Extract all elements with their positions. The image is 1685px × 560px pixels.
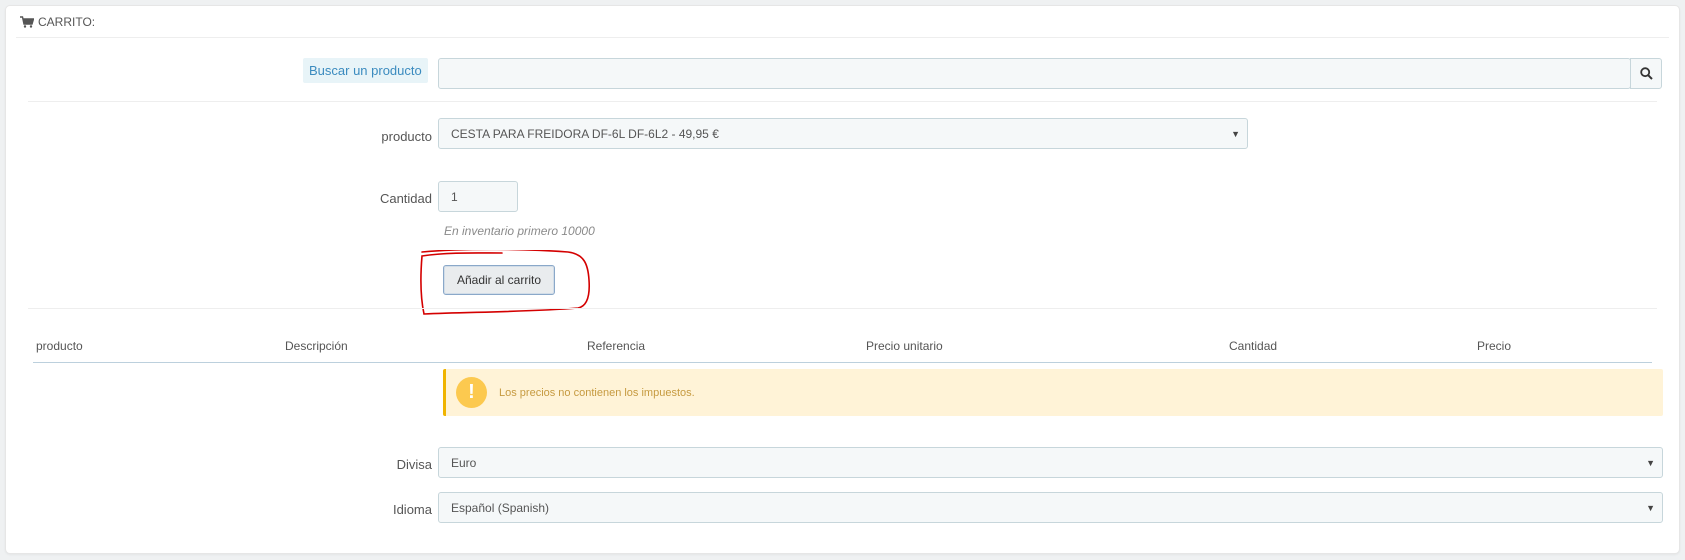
column-header-unit-price: Precio unitario <box>866 339 943 353</box>
currency-select-value: Euro <box>451 455 477 470</box>
search-label: Buscar un producto <box>303 58 428 83</box>
language-select-value: Español (Spanish) <box>451 500 550 515</box>
product-select[interactable]: CESTA PARA FREIDORA DF-6L DF-6L2 - 49,95… <box>438 118 1248 149</box>
currency-select[interactable]: Euro ▼ <box>438 447 1663 478</box>
product-label: producto <box>381 129 432 144</box>
column-header-reference: Referencia <box>587 339 646 353</box>
language-label: Idioma <box>392 502 432 517</box>
search-input[interactable] <box>438 58 1631 89</box>
exclamation-icon: ! <box>456 377 487 408</box>
column-header-quantity: Cantidad <box>1229 339 1278 353</box>
caret-down-icon: ▼ <box>1231 128 1240 139</box>
divider <box>28 308 1657 309</box>
panel-title: CARRITO: <box>38 14 96 29</box>
caret-down-icon: ▼ <box>1646 457 1655 468</box>
divider <box>28 101 1657 102</box>
search-button[interactable] <box>1630 58 1662 89</box>
tax-warning-alert: ! Los precios no contienen los impuestos… <box>443 369 1663 416</box>
quantity-input[interactable]: 1 <box>438 181 518 212</box>
table-header-divider <box>33 362 1652 363</box>
stock-help-text: En inventario primero 10000 <box>444 224 595 238</box>
add-to-cart-button[interactable]: Añadir al carrito <box>443 265 555 295</box>
search-icon <box>1639 67 1653 80</box>
panel-heading: CARRITO: <box>16 6 1669 38</box>
language-select[interactable]: Español (Spanish) ▼ <box>438 492 1663 523</box>
column-header-price: Precio <box>1477 339 1512 353</box>
alert-text: Los precios no contienen los impuestos. <box>499 386 695 399</box>
column-header-description: Descripción <box>285 339 348 353</box>
cart-panel: CARRITO: Buscar un producto producto CES… <box>5 5 1680 554</box>
product-select-value: CESTA PARA FREIDORA DF-6L DF-6L2 - 49,95… <box>451 126 719 141</box>
quantity-label: Cantidad <box>379 191 432 206</box>
column-header-product: producto <box>36 339 83 353</box>
caret-down-icon: ▼ <box>1646 502 1655 513</box>
shopping-cart-icon <box>20 15 34 28</box>
currency-label: Divisa <box>396 457 432 472</box>
